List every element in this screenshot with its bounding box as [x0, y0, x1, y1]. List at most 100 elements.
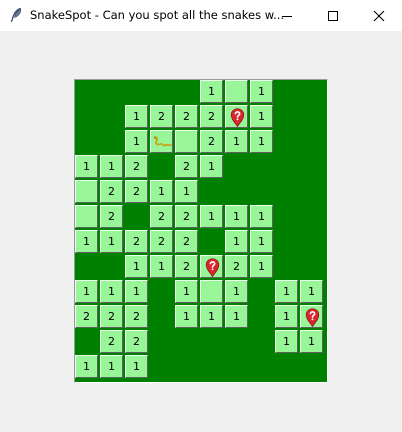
revealed-cell[interactable] — [150, 130, 173, 153]
cell-number: 2 — [133, 235, 140, 248]
cell-number: 1 — [258, 110, 265, 123]
revealed-cell[interactable]: 2 — [200, 105, 223, 128]
title-bar[interactable]: SnakeSpot - Can you spot all the snakes … — [0, 0, 402, 31]
revealed-cell[interactable]: 1 — [225, 280, 248, 303]
cell-number: 1 — [133, 135, 140, 148]
revealed-cell[interactable]: 1 — [175, 180, 198, 203]
cell-number: 1 — [133, 110, 140, 123]
cell-number: 1 — [258, 85, 265, 98]
revealed-cell[interactable]: 1 — [125, 255, 148, 278]
cell-number: 1 — [158, 260, 165, 273]
revealed-cell[interactable]: 1 — [275, 280, 298, 303]
revealed-cell[interactable]: 2 — [200, 130, 223, 153]
revealed-cell[interactable]: 1 — [125, 130, 148, 153]
revealed-cell[interactable]: 2 — [175, 105, 198, 128]
revealed-cell[interactable]: 1 — [125, 280, 148, 303]
revealed-cell[interactable] — [75, 205, 98, 228]
revealed-cell[interactable]: 1 — [125, 355, 148, 378]
cell-number: 1 — [283, 285, 290, 298]
revealed-cell[interactable]: 1 — [100, 355, 123, 378]
cell-number: 1 — [183, 310, 190, 323]
revealed-cell[interactable]: 1 — [250, 80, 273, 103]
revealed-cell[interactable]: 1 — [75, 355, 98, 378]
revealed-cell[interactable]: 2 — [75, 305, 98, 328]
revealed-cell[interactable]: 1 — [250, 105, 273, 128]
flagged-cell[interactable] — [200, 255, 223, 278]
cell-number: 1 — [208, 85, 215, 98]
flagged-cell[interactable] — [300, 305, 323, 328]
cell-number: 2 — [158, 210, 165, 223]
revealed-cell[interactable]: 1 — [200, 205, 223, 228]
revealed-cell[interactable]: 1 — [275, 330, 298, 353]
maximize-button[interactable] — [310, 0, 356, 31]
revealed-cell[interactable]: 1 — [150, 255, 173, 278]
cell-number: 1 — [258, 235, 265, 248]
revealed-cell[interactable]: 2 — [150, 105, 173, 128]
cell-number: 1 — [208, 310, 215, 323]
revealed-cell[interactable]: 2 — [100, 330, 123, 353]
revealed-cell[interactable]: 1 — [300, 280, 323, 303]
cell-number: 1 — [233, 135, 240, 148]
revealed-cell[interactable]: 1 — [100, 230, 123, 253]
revealed-cell[interactable]: 1 — [225, 205, 248, 228]
revealed-cell[interactable] — [225, 80, 248, 103]
maximize-icon — [328, 11, 338, 21]
revealed-cell[interactable]: 1 — [225, 230, 248, 253]
revealed-cell[interactable]: 1 — [175, 305, 198, 328]
revealed-cell[interactable]: 2 — [125, 155, 148, 178]
revealed-cell[interactable]: 1 — [300, 330, 323, 353]
revealed-cell[interactable]: 1 — [125, 105, 148, 128]
revealed-cell[interactable]: 1 — [250, 255, 273, 278]
revealed-cell[interactable]: 1 — [200, 80, 223, 103]
revealed-cell[interactable]: 2 — [150, 230, 173, 253]
cell-number: 1 — [183, 285, 190, 298]
game-board[interactable]: 1 1 1 2 2 2 1 1 2 1 1 1 1 2 2 1 2 2 1 1 2 2 2 1 1 1 1 1 2 2 2 1 1 1 1 2 2 1 1 1… — [74, 79, 328, 383]
revealed-cell[interactable]: 1 — [175, 280, 198, 303]
revealed-cell[interactable] — [175, 130, 198, 153]
flagged-cell[interactable] — [225, 105, 248, 128]
revealed-cell[interactable]: 1 — [200, 155, 223, 178]
close-button[interactable] — [356, 0, 402, 31]
cell-number: 1 — [258, 260, 265, 273]
revealed-cell[interactable]: 1 — [75, 230, 98, 253]
revealed-cell[interactable] — [200, 280, 223, 303]
revealed-cell[interactable]: 1 — [225, 305, 248, 328]
revealed-cell[interactable]: 2 — [175, 230, 198, 253]
revealed-cell[interactable]: 2 — [100, 305, 123, 328]
revealed-cell[interactable]: 1 — [75, 280, 98, 303]
revealed-cell[interactable]: 1 — [200, 305, 223, 328]
revealed-cell[interactable]: 2 — [100, 180, 123, 203]
revealed-cell[interactable]: 1 — [250, 230, 273, 253]
revealed-cell[interactable]: 1 — [150, 180, 173, 203]
revealed-cell[interactable]: 2 — [125, 330, 148, 353]
revealed-cell[interactable]: 2 — [150, 205, 173, 228]
revealed-cell[interactable]: 2 — [125, 230, 148, 253]
cell-number: 1 — [133, 260, 140, 273]
revealed-cell[interactable]: 2 — [175, 255, 198, 278]
revealed-cell[interactable]: 2 — [100, 205, 123, 228]
cell-number: 2 — [158, 110, 165, 123]
cell-number: 1 — [83, 235, 90, 248]
question-pin-flag-icon — [305, 308, 320, 328]
revealed-cell[interactable] — [75, 180, 98, 203]
revealed-cell[interactable]: 2 — [125, 180, 148, 203]
revealed-cell[interactable]: 2 — [175, 205, 198, 228]
revealed-cell[interactable]: 1 — [250, 205, 273, 228]
revealed-cell[interactable]: 1 — [100, 280, 123, 303]
revealed-cell[interactable]: 1 — [75, 155, 98, 178]
cell-number: 2 — [208, 135, 215, 148]
cell-number: 1 — [283, 335, 290, 348]
cell-number: 1 — [108, 360, 115, 373]
cell-number: 1 — [258, 135, 265, 148]
revealed-cell[interactable]: 1 — [100, 155, 123, 178]
revealed-cell[interactable]: 2 — [125, 305, 148, 328]
cell-number: 1 — [108, 160, 115, 173]
cell-number: 2 — [133, 335, 140, 348]
revealed-cell[interactable]: 1 — [250, 130, 273, 153]
minimize-button[interactable] — [264, 0, 310, 31]
revealed-cell[interactable]: 2 — [175, 155, 198, 178]
cell-number: 2 — [108, 335, 115, 348]
revealed-cell[interactable]: 1 — [225, 130, 248, 153]
revealed-cell[interactable]: 2 — [225, 255, 248, 278]
revealed-cell[interactable]: 1 — [275, 305, 298, 328]
